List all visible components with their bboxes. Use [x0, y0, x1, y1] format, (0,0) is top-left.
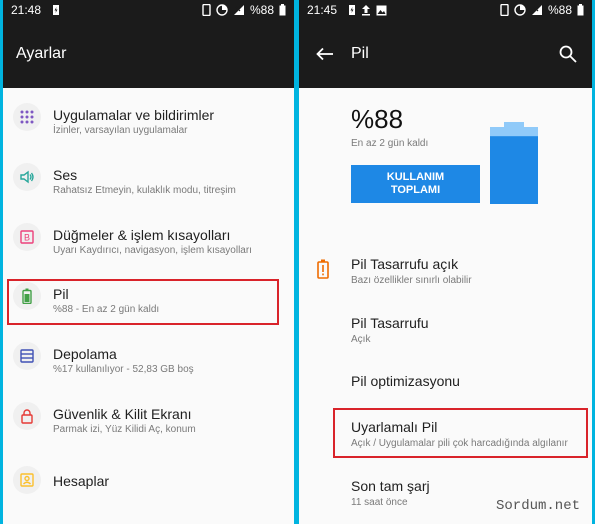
vibrate-icon	[202, 4, 211, 16]
settings-item-label: Ses	[53, 167, 78, 183]
vibrate-icon	[500, 4, 509, 16]
status-time: 21:48	[11, 3, 42, 17]
battery-screen: 21:45 %88 Pil %88 En az 2 gün kaldı KULL…	[299, 0, 592, 524]
settings-item-apps[interactable]: Uygulamalar ve bildirimler İzinler, vars…	[3, 103, 294, 143]
settings-screen: 21:48 %88 Ayarlar Uygulamalar ve bildiri…	[3, 0, 294, 524]
settings-item-sub: %17 kullanılıyor - 52,83 GB boş	[53, 364, 194, 375]
buttons-icon: B	[13, 223, 41, 251]
do-not-disturb-icon	[514, 4, 526, 16]
highlight-box-adaptive-battery	[333, 408, 588, 458]
storage-icon	[13, 342, 41, 370]
battery-percent: %88	[351, 104, 404, 134]
battery-item-label: Son tam şarj	[351, 478, 430, 494]
battery-item-label: Pil Tasarrufu	[351, 315, 429, 331]
account-icon	[13, 466, 41, 494]
status-bar: 21:48 %88	[3, 0, 294, 20]
upload-icon	[362, 5, 371, 16]
battery-item-sub: Bazı özellikler sınırlı olabilir	[351, 275, 472, 286]
battery-status-icon	[577, 4, 584, 16]
charging-icon	[349, 5, 356, 15]
charging-icon	[53, 5, 60, 15]
lock-icon	[13, 402, 41, 430]
settings-item-label: Güvenlik & Kilit Ekranı	[53, 406, 192, 422]
status-bar: 21:45 %88	[299, 0, 592, 20]
battery-alert-icon	[317, 259, 329, 279]
battery-percent-status: %88	[249, 3, 274, 17]
watermark: Sordum.net	[495, 498, 580, 514]
settings-item-sub: İzinler, varsayılan uygulamalar	[53, 125, 188, 136]
settings-item-storage[interactable]: Depolama %17 kullanılıyor - 52,83 GB boş	[3, 342, 294, 382]
battery-status-icon	[279, 4, 286, 16]
settings-item-sound[interactable]: Ses Rahatsız Etmeyin, kulaklık modu, tit…	[3, 163, 294, 203]
image-icon	[376, 5, 387, 15]
battery-saver-item[interactable]: Pil Tasarrufu Açık	[299, 312, 592, 348]
usage-summary-button[interactable]: KULLANIM TOPLAMI	[351, 165, 480, 203]
battery-optimization-item[interactable]: Pil optimizasyonu	[299, 372, 592, 396]
settings-item-sub: Uyarı Kaydırıcı, navigasyon, işlem kısay…	[53, 245, 252, 256]
battery-remaining: En az 2 gün kaldı	[351, 138, 429, 149]
back-button[interactable]	[313, 42, 337, 66]
settings-item-accounts[interactable]: Hesaplar	[3, 462, 294, 498]
settings-item-label: Uygulamalar ve bildirimler	[53, 107, 215, 123]
page-title: Pil	[351, 45, 369, 62]
settings-item-sub: Rahatsız Etmeyin, kulaklık modu, titreşi…	[53, 185, 236, 196]
battery-item-sub: Açık	[351, 334, 371, 345]
settings-item-security[interactable]: Güvenlik & Kilit Ekranı Parmak izi, Yüz …	[3, 402, 294, 442]
battery-percent-status: %88	[547, 3, 572, 17]
arrow-left-icon	[316, 47, 333, 61]
settings-item-buttons[interactable]: B Düğmeler & işlem kısayolları Uyarı Kay…	[3, 223, 294, 263]
page-title: Ayarlar	[16, 45, 67, 62]
signal-icon	[531, 5, 542, 15]
settings-item-label: Depolama	[53, 346, 117, 362]
settings-item-sub: Parmak izi, Yüz Kilidi Aç, konum	[53, 424, 196, 435]
battery-fill	[490, 136, 538, 204]
battery-item-label: Pil optimizasyonu	[351, 373, 460, 389]
battery-item-sub: 11 saat önce	[351, 497, 408, 508]
battery-item-label: Pil Tasarrufu açık	[351, 256, 459, 272]
status-time: 21:45	[307, 3, 338, 17]
signal-icon	[233, 5, 244, 15]
usage-button-line1: KULLANIM	[386, 171, 445, 183]
highlight-box-battery	[7, 279, 279, 325]
settings-item-label: Hesaplar	[53, 473, 110, 489]
apps-grid-icon	[13, 103, 41, 131]
usage-button-line2: TOPLAMI	[390, 184, 441, 196]
svg-text:B: B	[24, 233, 30, 243]
app-bar: Ayarlar	[3, 20, 294, 88]
app-bar: Pil	[299, 20, 592, 88]
battery-saver-on-item[interactable]: Pil Tasarrufu açık Bazı özellikler sınır…	[299, 253, 592, 289]
search-icon	[559, 45, 577, 63]
speaker-icon	[13, 163, 41, 191]
settings-item-label: Düğmeler & işlem kısayolları	[53, 227, 231, 243]
battery-level-graphic	[490, 122, 538, 204]
do-not-disturb-icon	[216, 4, 228, 16]
search-button[interactable]	[556, 42, 580, 66]
